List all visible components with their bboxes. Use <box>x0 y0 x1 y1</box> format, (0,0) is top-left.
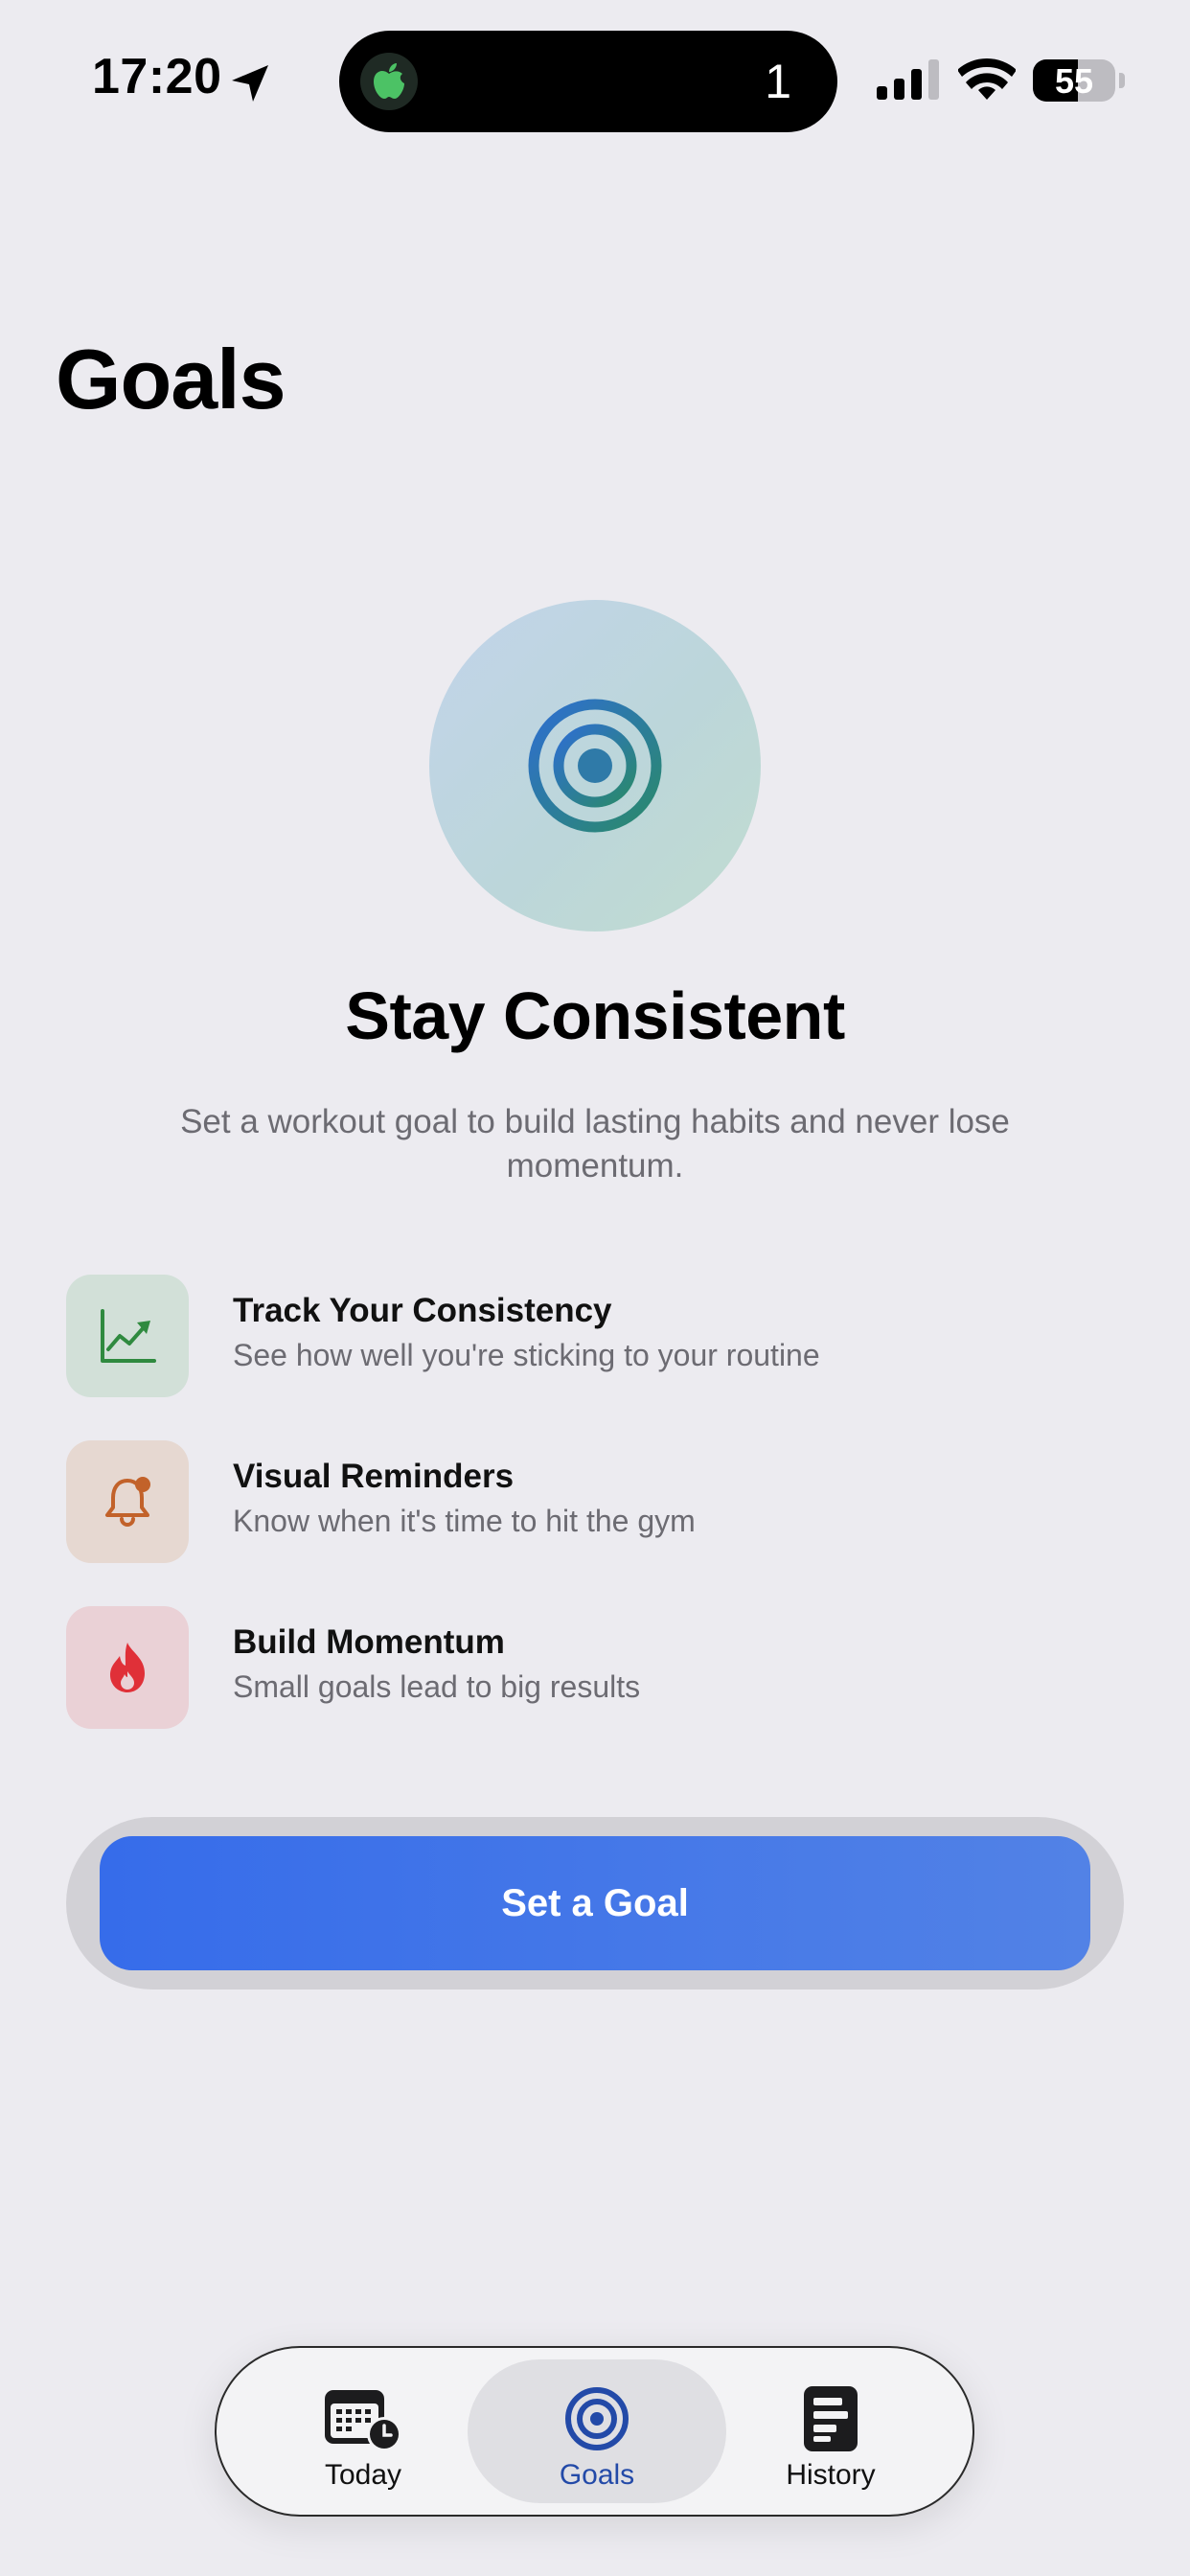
set-goal-button-container: Set a Goal <box>66 1817 1124 1990</box>
hero-title: Stay Consistent <box>345 978 845 1053</box>
set-goal-button[interactable]: Set a Goal <box>100 1836 1090 1970</box>
feature-item-build-momentum: Build Momentum Small goals lead to big r… <box>66 1606 1120 1729</box>
location-arrow-icon <box>232 65 268 102</box>
target-icon <box>565 2387 629 2450</box>
bell-badge-icon <box>105 1477 150 1527</box>
feature-title: Build Momentum <box>233 1623 505 1661</box>
list-document-icon <box>804 2386 858 2451</box>
feature-icon-tile <box>66 1440 189 1563</box>
island-app-icon <box>360 53 418 110</box>
battery-percentage: 55 <box>1054 61 1094 101</box>
tab-bar: Today Goals History <box>215 2346 974 2517</box>
island-count: 1 <box>765 55 791 108</box>
battery-cap <box>1119 73 1125 88</box>
flame-icon <box>110 1643 145 1692</box>
feature-description: Know when it's time to hit the gym <box>233 1504 696 1538</box>
tab-label: Goals <box>559 2459 635 2491</box>
feature-icon-tile <box>66 1606 189 1729</box>
feature-description: See how well you're sticking to your rou… <box>233 1338 820 1372</box>
apple-icon <box>374 63 404 99</box>
feature-title: Visual Reminders <box>233 1458 515 1495</box>
page-title: Goals <box>56 332 286 426</box>
hero-subtitle: Set a workout goal to build lasting habi… <box>180 1103 1010 1184</box>
feature-title: Track Your Consistency <box>233 1292 612 1329</box>
feature-item-track-consistency: Track Your Consistency See how well you'… <box>66 1275 1120 1397</box>
hero-badge <box>429 600 761 932</box>
tab-goals[interactable]: Goals <box>468 2359 726 2503</box>
target-icon <box>528 699 662 833</box>
tab-today[interactable]: Today <box>234 2359 492 2503</box>
tab-history[interactable]: History <box>701 2359 960 2503</box>
tab-label: History <box>786 2459 876 2491</box>
wifi-icon <box>958 58 1016 100</box>
battery-indicator: 55 <box>1033 59 1115 102</box>
status-time: 17:20 <box>92 49 222 104</box>
tab-label: Today <box>324 2459 402 2491</box>
cellular-signal-icon <box>877 59 939 100</box>
status-bar: 17:20 1 55 <box>0 0 1190 163</box>
dynamic-island[interactable]: 1 <box>339 31 837 132</box>
chart-line-uptrend-icon <box>101 1309 156 1363</box>
feature-item-visual-reminders: Visual Reminders Know when it's time to … <box>66 1440 1120 1563</box>
calendar-clock-icon <box>325 2390 401 2451</box>
feature-description: Small goals lead to big results <box>233 1669 641 1704</box>
feature-icon-tile <box>66 1275 189 1397</box>
